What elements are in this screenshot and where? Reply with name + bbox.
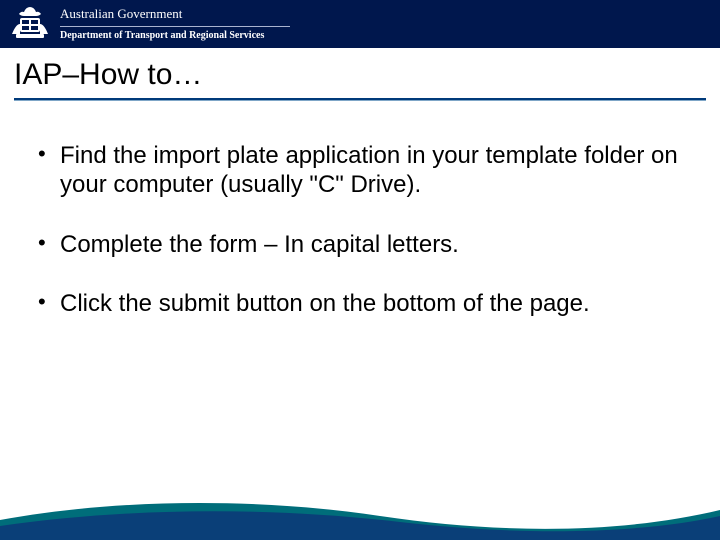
- header-bar: Australian Government Department of Tran…: [0, 0, 720, 48]
- footer-wave: [0, 490, 720, 540]
- dept-title: Department of Transport and Regional Ser…: [60, 30, 290, 41]
- header-text: Australian Government Department of Tran…: [60, 7, 290, 40]
- gov-title: Australian Government: [60, 7, 290, 21]
- slide-title: IAP–How to…: [14, 58, 706, 92]
- list-item: Find the import plate application in you…: [36, 141, 684, 200]
- list-item: Click the submit button on the bottom of…: [36, 289, 684, 318]
- slide: Australian Government Department of Tran…: [0, 0, 720, 540]
- title-block: IAP–How to…: [0, 48, 720, 109]
- title-underline: [14, 98, 706, 101]
- bullet-list: Find the import plate application in you…: [36, 141, 684, 318]
- crest-icon: [10, 6, 50, 42]
- body: Find the import plate application in you…: [0, 109, 720, 540]
- header-rule: [60, 26, 290, 27]
- list-item: Complete the form – In capital letters.: [36, 230, 684, 259]
